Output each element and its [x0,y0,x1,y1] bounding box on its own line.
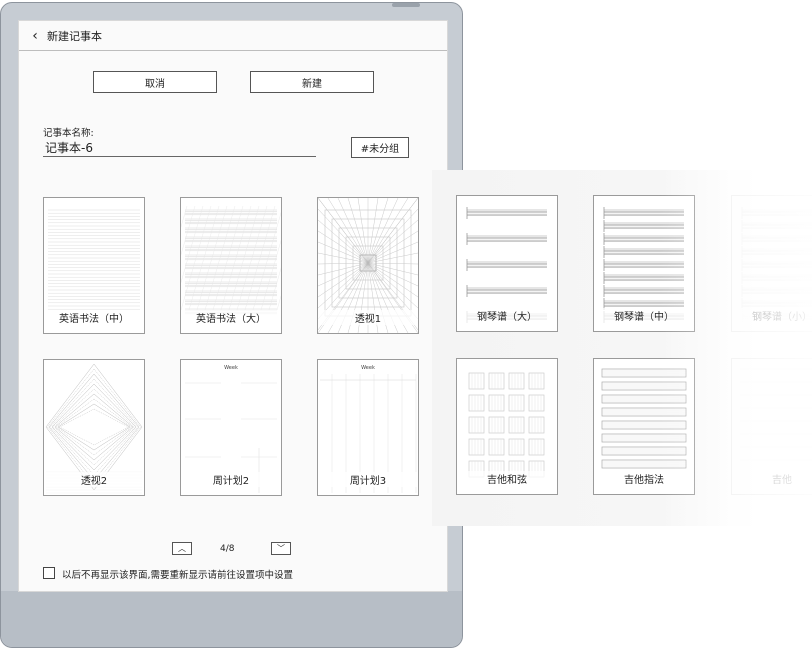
page-title: 新建记事本 [47,29,102,43]
template-card-label: 钢琴谱（大） [457,308,557,323]
page-up-button[interactable]: ︿ [172,542,192,555]
template-card[interactable]: 钢琴谱（大） [456,195,558,332]
template-card[interactable]: 钢琴谱（中） [593,195,695,332]
template-card[interactable]: 吉他和弦 [456,358,558,495]
chevron-down-icon: ﹀ [277,544,285,553]
template-card-label: 吉他 [732,471,812,486]
template-card-label: 钢琴谱（小） [732,308,812,323]
page-down-button[interactable]: ﹀ [271,542,291,555]
template-card[interactable]: 透视1 [317,197,419,334]
template-card-label: 英语书法（中） [44,310,144,325]
page-indicator: 4/8 [220,544,235,554]
template-card-label: 周计划2 [181,472,281,487]
template-card-label: 透视1 [318,310,418,325]
template-card[interactable]: 透视2 [43,359,145,496]
template-card-label: 英语书法（大） [181,310,281,325]
template-card-label: 钢琴谱（中） [594,308,694,323]
template-card[interactable]: 吉他指法 [593,358,695,495]
device-power-button [392,3,420,7]
cancel-button[interactable]: 取消 [93,71,217,93]
dont-show-again-label: 以后不再显示该界面,需要重新显示请前往设置项中设置 [62,570,294,581]
svg-text:Week: Week [224,365,238,371]
notebook-name-input[interactable] [43,139,316,157]
create-button[interactable]: 新建 [250,71,374,93]
template-card[interactable]: 钢琴谱（小） [731,195,812,332]
template-card[interactable]: 英语书法（大） [180,197,282,334]
dont-show-again-checkbox[interactable] [43,567,55,579]
notebook-name-label: 记事本名称: [43,128,94,139]
chevron-up-icon: ︿ [178,544,186,553]
template-card-label: 周计划3 [318,472,418,487]
template-card-label: 吉他指法 [594,471,694,486]
chevron-left-icon[interactable]: ‹ [23,21,47,51]
template-card-label: 透视2 [44,472,144,487]
group-button[interactable]: #未分组 [351,137,409,158]
device-bottom-bezel [1,591,462,647]
top-bar: ‹ 新建记事本 [19,21,447,51]
template-card[interactable]: Week 周计划2 [180,359,282,496]
svg-text:Week: Week [361,365,375,371]
template-card[interactable]: 吉他 [731,358,812,495]
template-card[interactable]: Week 周计划3 [317,359,419,496]
template-card-label: 吉他和弦 [457,471,557,486]
template-card[interactable]: 英语书法（中） [43,197,145,334]
